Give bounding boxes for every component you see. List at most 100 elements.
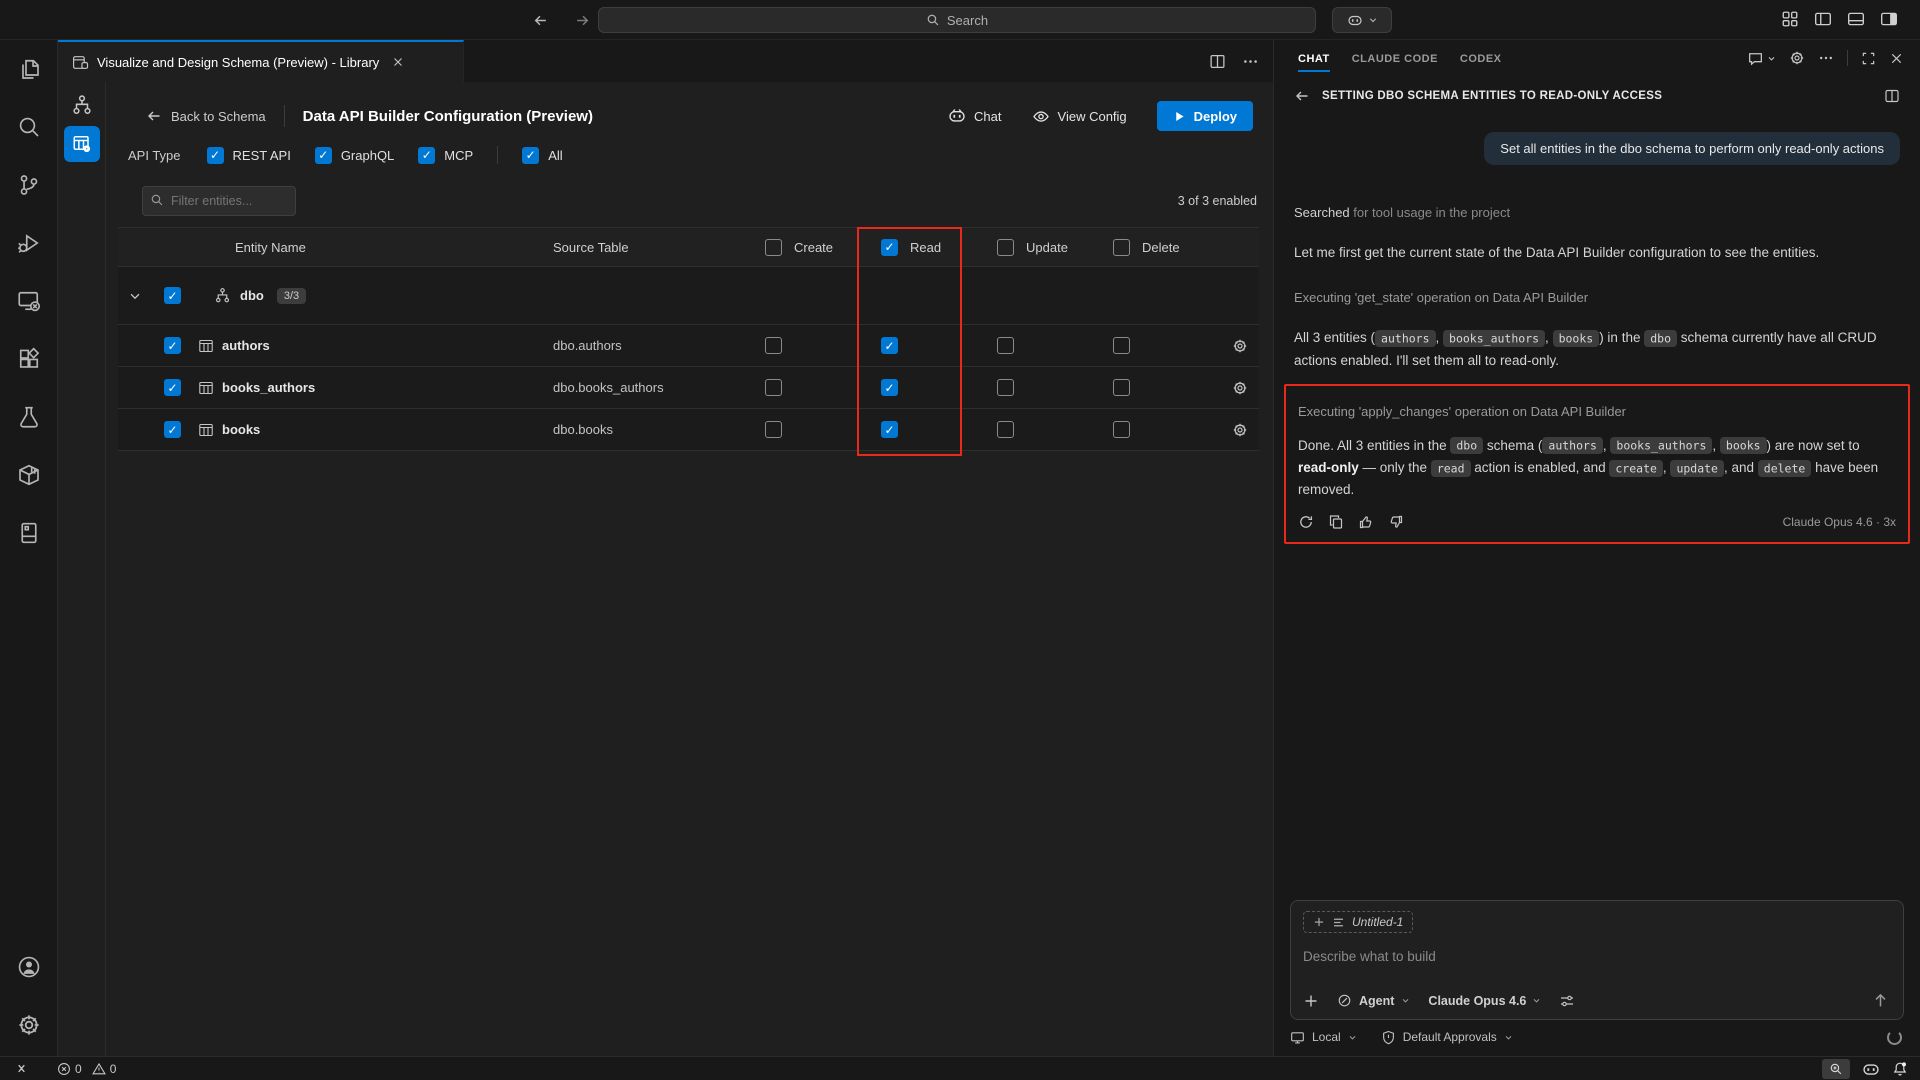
tab-claude-code[interactable]: CLAUDE CODE [1352,43,1438,74]
run-debug-icon[interactable] [0,214,58,272]
rest-api-checkbox[interactable] [207,147,224,164]
toggle-panel-icon[interactable] [1847,10,1865,28]
zoom-indicator[interactable] [1822,1059,1850,1079]
dbo-group-checkbox[interactable] [164,287,181,304]
tools-sliders-icon[interactable] [1559,993,1575,1009]
copilot-status-icon[interactable] [1862,1060,1880,1078]
command-center-search[interactable]: Search [598,7,1316,33]
tab-chat[interactable]: CHAT [1298,43,1330,74]
update-checkbox[interactable] [997,337,1014,354]
remote-indicator[interactable] [10,1061,33,1076]
accounts-icon[interactable] [0,938,58,996]
delete-checkbox[interactable] [1113,337,1130,354]
copy-icon[interactable] [1328,514,1344,530]
notifications-bell-icon[interactable] [1892,1061,1908,1077]
source-control-icon[interactable] [0,156,58,214]
row-checkbox[interactable] [164,421,181,438]
row-settings-gear-icon[interactable] [1221,422,1259,438]
table-row[interactable]: books dbo.books [118,409,1259,451]
toggle-secondary-sidebar-icon[interactable] [1880,10,1898,28]
testing-icon[interactable] [0,388,58,446]
add-context-icon[interactable] [1303,993,1319,1009]
mode-picker[interactable]: Agent [1337,993,1410,1008]
api-type-divider [497,146,498,164]
chat-settings-gear-icon[interactable] [1789,50,1805,66]
delete-all-checkbox[interactable] [1113,239,1130,256]
regenerate-icon[interactable] [1298,514,1314,530]
collapse-chevron-icon[interactable] [118,289,152,303]
table-row[interactable]: authors dbo.authors [118,325,1259,367]
update-checkbox[interactable] [997,421,1014,438]
open-session-in-editor-icon[interactable] [1884,88,1900,104]
read-checkbox[interactable] [881,337,898,354]
tab-visualize-design-schema[interactable]: Visualize and Design Schema (Preview) - … [58,40,464,82]
back-to-schema-link[interactable]: Back to Schema [146,108,266,124]
environment-picker[interactable]: Local [1290,1030,1357,1045]
deploy-button[interactable]: Deploy [1157,101,1253,131]
table-row[interactable]: books_authors dbo.books_authors [118,367,1259,409]
chevron-down-icon [1401,996,1410,1005]
chat-sessions-icon[interactable] [1747,50,1776,67]
dab-config-view-button[interactable] [64,126,100,162]
chat-input-box[interactable]: Untitled-1 Describe what to build Agent … [1290,900,1904,1020]
read-all-checkbox[interactable] [881,239,898,256]
vscode-window: Search [0,0,1920,1080]
graphql-checkbox[interactable] [315,147,332,164]
delete-checkbox[interactable] [1113,421,1130,438]
create-checkbox[interactable] [765,379,782,396]
delete-checkbox[interactable] [1113,379,1130,396]
row-settings-gear-icon[interactable] [1221,338,1259,354]
api-type-all[interactable]: All [522,147,562,164]
copilot-menu-button[interactable] [1332,7,1392,33]
schema-diagram-view-icon[interactable] [71,94,93,116]
customize-layout-icon[interactable] [1781,10,1799,28]
send-icon[interactable] [1872,992,1889,1009]
explorer-icon[interactable] [0,40,58,98]
settings-gear-icon[interactable] [0,996,58,1054]
update-checkbox[interactable] [997,379,1014,396]
approvals-picker[interactable]: Default Approvals [1381,1030,1513,1045]
api-type-rest[interactable]: REST API [207,147,291,164]
tab-close-icon[interactable] [391,55,405,69]
problems-indicator[interactable]: 0 0 [53,1062,120,1076]
api-type-graphql[interactable]: GraphQL [315,147,394,164]
all-checkbox[interactable] [522,147,539,164]
search-icon[interactable] [0,98,58,156]
row-checkbox[interactable] [164,337,181,354]
create-checkbox[interactable] [765,421,782,438]
mcp-checkbox[interactable] [418,147,435,164]
chat-button[interactable]: Chat [948,107,1001,125]
thumbs-down-icon[interactable] [1388,514,1404,530]
read-checkbox[interactable] [881,379,898,396]
chat-input-placeholder[interactable]: Describe what to build [1303,949,1891,964]
api-type-mcp[interactable]: MCP [418,147,473,164]
split-editor-icon[interactable] [1209,53,1226,70]
toggle-primary-sidebar-icon[interactable] [1814,10,1832,28]
maximize-panel-icon[interactable] [1861,51,1876,66]
thumbs-up-icon[interactable] [1358,514,1374,530]
navigate-back-button[interactable] [528,8,552,32]
row-settings-gear-icon[interactable] [1221,380,1259,396]
extensions-icon[interactable] [0,330,58,388]
more-actions-icon[interactable] [1242,53,1259,70]
close-panel-icon[interactable] [1889,51,1904,66]
create-checkbox[interactable] [765,337,782,354]
read-checkbox[interactable] [881,421,898,438]
database-projects-icon[interactable] [0,504,58,562]
remote-explorer-icon[interactable] [0,272,58,330]
tab-codex[interactable]: CODEX [1460,43,1502,74]
chat-more-actions-icon[interactable] [1818,50,1834,66]
model-picker[interactable]: Claude Opus 4.6 [1428,994,1541,1008]
filter-entities-input[interactable] [142,186,296,216]
row-checkbox[interactable] [164,379,181,396]
update-all-checkbox[interactable] [997,239,1014,256]
api-type-label: API Type [128,148,181,163]
containers-icon[interactable] [0,446,58,504]
view-config-button[interactable]: View Config [1032,107,1127,125]
context-attachment-chip[interactable]: Untitled-1 [1303,911,1413,933]
session-back-icon[interactable] [1294,88,1310,104]
navigate-forward-button[interactable] [570,8,594,32]
schema-group-row[interactable]: dbo 3/3 [118,267,1259,325]
activity-bar [0,40,58,1056]
create-all-checkbox[interactable] [765,239,782,256]
